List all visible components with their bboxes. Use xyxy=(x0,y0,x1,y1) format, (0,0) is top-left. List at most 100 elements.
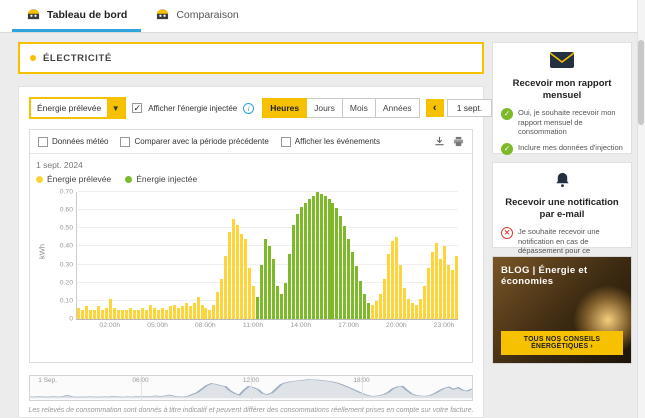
bar-energie-prelevee xyxy=(422,286,426,319)
bar-energie-prelevee xyxy=(133,309,137,319)
checkbox-icon xyxy=(280,136,291,147)
blog-title: BLOG | Énergie et économies xyxy=(501,265,588,287)
disclaimer-text: Les relevés de consommation sont donnés … xyxy=(28,407,474,414)
bar-energie-injectee xyxy=(327,199,331,319)
bar-energie-prelevee xyxy=(176,308,180,319)
bar-energie-prelevee xyxy=(192,302,196,319)
minimap-time-label: 18:00 xyxy=(353,377,370,384)
bar-energie-injectee xyxy=(275,286,279,319)
bar-energie-prelevee xyxy=(426,268,430,319)
bar-energie-prelevee xyxy=(164,309,168,319)
bar-energie-prelevee xyxy=(414,304,418,319)
bar-energie-prelevee xyxy=(394,237,398,319)
period-jours[interactable]: Jours xyxy=(307,98,343,118)
bar-energie-prelevee xyxy=(418,299,422,319)
bar-energie-prelevee xyxy=(375,300,379,319)
bar-energie-prelevee xyxy=(144,309,148,319)
bar-energie-prelevee xyxy=(85,306,89,319)
bar-energie-prelevee xyxy=(93,309,97,319)
bar-energie-injectee xyxy=(347,239,351,319)
info-icon[interactable]: i xyxy=(243,102,255,114)
bar-energie-prelevee xyxy=(101,309,105,319)
y-tick-label: 0.20 xyxy=(59,279,73,287)
bar-energie-injectee xyxy=(331,202,335,319)
bar-energie-prelevee xyxy=(113,308,117,319)
bar-energie-injectee xyxy=(367,302,371,319)
mascot-icon xyxy=(26,8,41,21)
period-heures[interactable]: Heures xyxy=(262,98,308,118)
period-toggle-group: Heures Jours Mois Années xyxy=(262,98,420,118)
bar-energie-prelevee xyxy=(117,309,121,319)
bar-energie-prelevee xyxy=(391,241,395,319)
bar-energie-injectee xyxy=(307,199,311,319)
download-icon[interactable] xyxy=(434,136,445,147)
bar-energie-prelevee xyxy=(180,306,184,319)
legend-dot-icon xyxy=(36,175,43,183)
bar-energie-prelevee xyxy=(434,242,438,319)
chart-options: Données météo Comparer avec la période pr… xyxy=(38,136,380,147)
show-injected-checkbox[interactable]: ✓ xyxy=(132,103,143,113)
minimap-time-label: 06:00 xyxy=(132,377,149,384)
monthly-report-title: Recevoir mon rapport mensuel xyxy=(512,78,612,101)
bar-energie-prelevee xyxy=(398,264,402,319)
bar-energie-prelevee xyxy=(168,306,172,319)
bar-energie-injectee xyxy=(323,195,327,319)
chart-option-1[interactable]: Comparer avec la période précédente xyxy=(120,136,269,147)
gridline: 0.60 xyxy=(60,207,458,214)
controls-row: Énergie prélevée ▼ ✓ Afficher l'énergie … xyxy=(29,96,514,120)
bar-energie-injectee xyxy=(279,293,283,319)
bar-energie-injectee xyxy=(271,259,275,319)
bar-energie-injectee xyxy=(267,246,271,319)
chevron-down-icon: ▼ xyxy=(107,99,125,117)
bar-energie-injectee xyxy=(264,239,268,319)
print-icon[interactable] xyxy=(453,136,464,147)
bar-energie-injectee xyxy=(260,264,264,319)
preference-toggle-item[interactable]: ✓ Oui, je souhaite recevoir mon rapport m… xyxy=(501,107,623,137)
scrollbar-track[interactable] xyxy=(637,0,645,418)
y-tick-label: 0.50 xyxy=(59,224,73,232)
y-tick-label: 0 xyxy=(69,315,73,323)
bar-energie-prelevee xyxy=(200,304,204,319)
tab-tableau-de-bord[interactable]: Tableau de bord xyxy=(12,0,142,32)
bar-energie-prelevee xyxy=(406,299,410,319)
blog-cta-button[interactable]: TOUS NOS CONSEILS ÉNERGÉTIQUES › xyxy=(501,331,623,355)
bar-energie-prelevee xyxy=(387,253,391,319)
tab-comparaison[interactable]: Comparaison xyxy=(141,0,252,32)
x-tick-label: 14:00h xyxy=(290,322,312,329)
gridline: 0.70 xyxy=(60,189,458,196)
bar-energie-prelevee xyxy=(97,306,101,319)
envelope-icon xyxy=(549,51,575,74)
blog-card: BLOG | Énergie et économies TOUS NOS CON… xyxy=(492,256,632,364)
period-annees[interactable]: Années xyxy=(375,98,420,118)
electricity-dot-icon xyxy=(30,55,36,61)
legend-item: Énergie prélevée xyxy=(36,174,111,184)
bar-energie-prelevee xyxy=(232,219,236,319)
bar-energie-injectee xyxy=(359,280,363,319)
bar-energie-injectee xyxy=(339,215,343,319)
preference-toggle-item[interactable]: ✓ Inclure mes données d'injection xyxy=(501,143,623,155)
electricity-header: ÉLECTRICITÉ xyxy=(18,42,484,74)
chart-actions xyxy=(434,136,464,147)
bar-energie-injectee xyxy=(363,293,367,319)
bar-energie-prelevee xyxy=(208,309,212,319)
bar-energie-injectee xyxy=(311,195,315,319)
prev-date-button[interactable]: ‹ xyxy=(425,99,444,117)
scrollbar-thumb[interactable] xyxy=(638,40,644,125)
chart-option-2[interactable]: Afficher les événements xyxy=(280,136,380,147)
tabs: Tableau de bord Comparaison xyxy=(12,0,253,32)
period-mois[interactable]: Mois xyxy=(342,98,376,118)
energy-type-select[interactable]: Énergie prélevée ▼ xyxy=(29,97,127,119)
x-tick-label: 20:00h xyxy=(385,322,407,329)
y-tick-label: 0.10 xyxy=(59,297,73,305)
bar-energie-prelevee xyxy=(140,308,144,319)
minimap-time-label: 12:00 xyxy=(242,377,260,384)
plot-wrap: kWh 0 0.10 0.20 0.30 0.40 0.50 0.60 0.70 02:00h… xyxy=(36,189,462,331)
chart-minimap-scrubber[interactable]: 1 Sep. 06:00 12:00 18:00 xyxy=(29,375,473,401)
current-date-label: 1 sept. xyxy=(446,99,493,117)
chart-option-0[interactable]: Données météo xyxy=(38,136,108,147)
bar-energie-prelevee xyxy=(105,308,109,319)
check-circle-icon: ✓ xyxy=(501,107,513,120)
bar-energie-prelevee xyxy=(77,308,81,319)
bar-energie-prelevee xyxy=(228,231,232,319)
bell-icon xyxy=(554,171,571,193)
